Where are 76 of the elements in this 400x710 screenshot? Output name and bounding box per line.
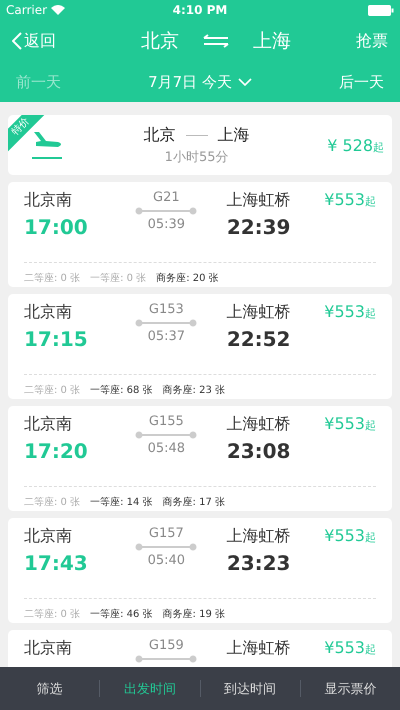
ticket-price: ¥553 (324, 638, 365, 657)
price-suffix: 起 (364, 530, 376, 545)
train-number: G155 (148, 414, 184, 429)
swap-icon[interactable] (203, 34, 229, 48)
travel-duration: 05:48 (148, 441, 186, 456)
seat-availability: 一等座: 14 张 (90, 496, 153, 509)
flight-card[interactable]: 特价 北京 上海 1小时55分 ¥ 528起 (8, 115, 392, 175)
price-suffix: 起 (364, 194, 376, 209)
ticket-price: ¥553 (324, 190, 365, 209)
price-suffix: 起 (364, 306, 376, 321)
battery-icon (368, 4, 394, 16)
train-card[interactable]: 北京南 17:15 G153 05:37 上海虹桥 22:52 ¥553起 二等座: 0 张 一等座: 68 张 商务座: 23 张 (8, 294, 392, 399)
ticket-price: ¥553 (324, 302, 365, 321)
travel-duration: 05:37 (148, 329, 186, 344)
route-line-icon (135, 655, 198, 663)
flight-price: ¥ 528 (327, 136, 373, 154)
clock: 4:10 PM (172, 3, 228, 17)
departure-time: 17:43 (24, 551, 88, 575)
train-number: G21 (153, 190, 180, 205)
seat-availability: 商务座: 23 张 (162, 384, 225, 397)
arrival-time: 22:39 (226, 215, 290, 239)
seat-availability: 二等座: 0 张 (24, 608, 80, 621)
route-line-icon (135, 207, 198, 215)
seat-availability: 二等座: 0 张 (24, 384, 80, 397)
seat-availability: 商务座: 19 张 (162, 608, 225, 621)
ticket-price: ¥553 (324, 414, 365, 433)
travel-duration: 05:39 (148, 217, 186, 232)
departure-station: 北京南 (24, 638, 72, 659)
price-suffix: 起 (373, 140, 384, 154)
price-suffix: 起 (364, 642, 376, 657)
train-number: G159 (148, 638, 184, 653)
seat-availability: 商务座: 20 张 (156, 272, 219, 285)
departure-station: 北京南 (24, 414, 72, 435)
departure-station: 北京南 (24, 190, 72, 211)
bottom-tab[interactable]: 筛选 (0, 680, 100, 697)
seat-availability: 一等座: 0 张 (90, 272, 146, 285)
arrival-station: 上海虹桥 (226, 302, 291, 323)
departure-time: 17:20 (24, 439, 88, 463)
route-line-icon (135, 543, 198, 551)
wifi-icon (51, 5, 66, 15)
seat-availability: 一等座: 46 张 (90, 608, 153, 621)
price-suffix: 起 (364, 418, 376, 433)
arrival-station: 上海虹桥 (226, 638, 291, 659)
arrival-station: 上海虹桥 (226, 526, 291, 547)
train-card[interactable]: 北京南 G159 上海虹桥 ¥553起 (8, 630, 392, 667)
departure-time: 17:00 (24, 215, 88, 239)
arrival-station: 上海虹桥 (226, 190, 291, 211)
route-line-icon (135, 431, 198, 439)
flight-duration: 1小时55分 (164, 148, 228, 166)
bottom-tab[interactable]: 出发时间 (99, 680, 200, 697)
train-card[interactable]: 北京南 17:43 G157 05:40 上海虹桥 23:23 ¥553起 二等座: 0 张 一等座: 46 张 商务座: 19 张 (8, 518, 392, 623)
origin-city: 北京 (144, 124, 176, 146)
seat-availability: 二等座: 0 张 (24, 496, 80, 509)
departure-station: 北京南 (24, 302, 72, 323)
train-card[interactable]: 北京南 17:20 G155 05:48 上海虹桥 23:08 ¥553起 二等座: 0 张 一等座: 14 张 商务座: 17 张 (8, 406, 392, 511)
seat-availability: 商务座: 17 张 (162, 496, 225, 509)
departure-time: 17:15 (24, 327, 88, 351)
seat-availability: 一等座: 68 张 (90, 384, 153, 397)
destination-city: 上海 (218, 124, 250, 146)
ticket-price: ¥553 (324, 526, 365, 545)
seat-availability: 二等座: 0 张 (24, 272, 80, 285)
arrival-time: 22:52 (226, 327, 290, 351)
train-number: G153 (148, 302, 184, 317)
arrival-time: 23:08 (226, 439, 290, 463)
train-number: G157 (148, 526, 184, 541)
chevron-down-icon (238, 78, 252, 86)
arrival-station: 上海虹桥 (226, 414, 291, 435)
bottom-tab[interactable]: 到达时间 (200, 680, 300, 697)
bottom-tab[interactable]: 显示票价 (300, 680, 400, 697)
carrier-label: Carrier (6, 3, 48, 17)
train-card[interactable]: 北京南 17:00 G21 05:39 上海虹桥 22:39 ¥553起 二等座: 0 张 一等座: 0 张 商务座: 20 张 (8, 182, 392, 287)
chevron-left-icon (12, 32, 22, 50)
arrival-time: 23:23 (226, 551, 290, 575)
departure-station: 北京南 (24, 526, 72, 547)
route-line-icon (135, 319, 198, 327)
travel-duration: 05:40 (148, 553, 186, 568)
